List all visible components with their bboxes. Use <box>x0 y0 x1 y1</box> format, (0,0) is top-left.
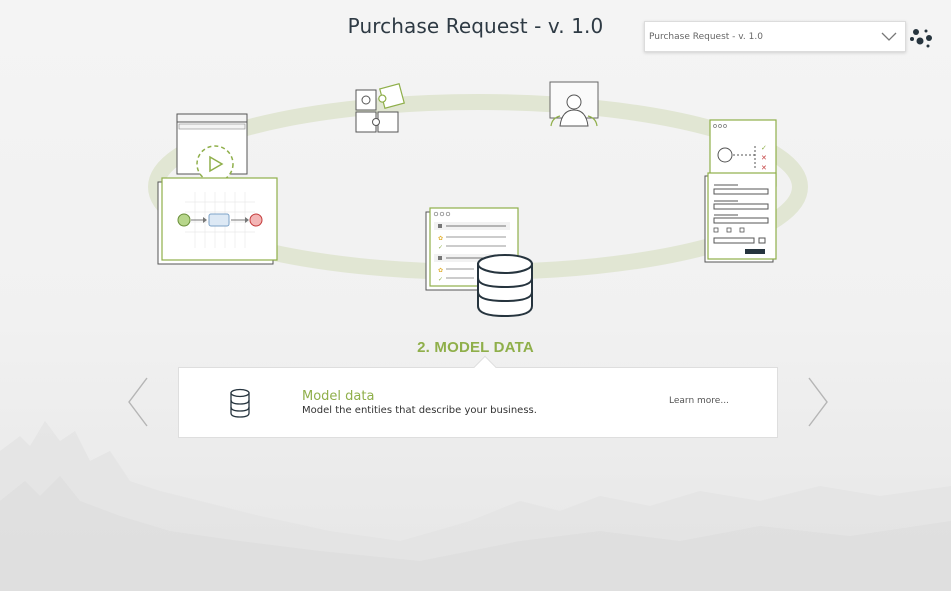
process-design-illustration[interactable] <box>155 112 280 268</box>
forms-illustration[interactable]: ✓ ✕ ✕ <box>703 118 779 266</box>
integration-puzzle-illustration[interactable] <box>352 80 408 136</box>
svg-text:✕: ✕ <box>761 164 767 172</box>
step-info-card: Model data Model the entities that descr… <box>178 367 778 438</box>
card-title: Model data <box>302 389 375 404</box>
svg-text:✿: ✿ <box>438 267 443 274</box>
current-step-label: 2. MODEL DATA <box>417 339 534 356</box>
user-portal-illustration[interactable] <box>548 80 602 130</box>
card-description: Model the entities that describe your bu… <box>302 405 537 416</box>
svg-text:✓: ✓ <box>438 276 443 283</box>
database-icon <box>230 388 250 418</box>
chevron-left-icon[interactable] <box>127 377 149 427</box>
data-model-illustration[interactable]: ✿ ✓ ✿ ✓ <box>424 204 536 320</box>
chevron-right-icon[interactable] <box>807 377 829 427</box>
learn-more-link[interactable]: Learn more... <box>669 396 729 406</box>
svg-text:✕: ✕ <box>761 154 767 162</box>
svg-text:✿: ✿ <box>438 235 443 242</box>
svg-text:✓: ✓ <box>438 244 443 251</box>
svg-text:✓: ✓ <box>761 144 767 152</box>
